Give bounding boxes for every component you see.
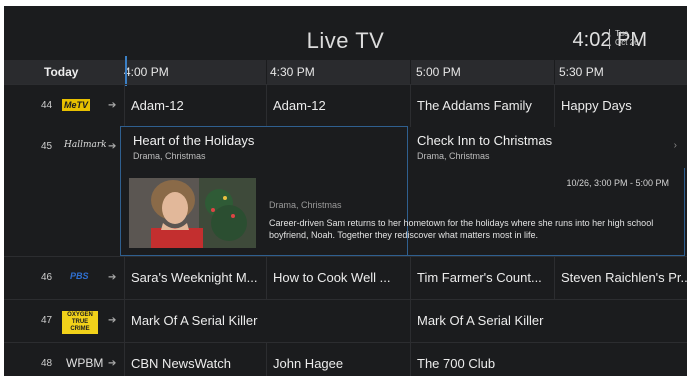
expanded-channel-row: 45 Hallmark ➔ Heart of the Holidays Dram… <box>4 126 687 258</box>
channel-info[interactable]: 48 WPBM ➔ <box>4 343 122 376</box>
top-bar: Live TV 4:02 PM Tue Oct 26 <box>4 6 687 58</box>
channel-number: 47 <box>41 315 53 326</box>
focused-program-genre: Drama, Christmas <box>133 151 206 161</box>
program-cell[interactable]: Mark Of A Serial Killer <box>410 300 687 342</box>
program-cell[interactable]: Adam-12 <box>266 85 410 127</box>
channel-row: 46 PBS ➔ Sara's Weeknight M... How to Co… <box>4 256 687 299</box>
next-program[interactable]: Check Inn to Christmas Drama, Christmas … <box>408 126 685 168</box>
program-cell[interactable]: The 700 Club <box>410 343 687 376</box>
time-header: Today 4:00 PM 4:30 PM 5:00 PM 5:30 PM <box>4 60 687 84</box>
channel-arrow-icon: ➔ <box>108 358 117 369</box>
channel-info[interactable]: 47 OXYGEN TRUE CRIME ➔ <box>4 300 122 342</box>
channel-row: 48 WPBM ➔ CBN NewsWatch John Hagee The 7… <box>4 342 687 376</box>
next-program-genre: Drama, Christmas <box>417 151 490 161</box>
thumbnail-image <box>129 178 256 248</box>
channel-info[interactable]: 44 MeTV ➔ <box>4 85 122 127</box>
program-cell[interactable]: How to Cook Well ... <box>266 257 410 299</box>
detail-genre: Drama, Christmas <box>269 200 342 210</box>
program-cell[interactable]: Happy Days <box>554 85 687 127</box>
time-slot: 5:30 PM <box>559 65 604 79</box>
program-cell[interactable]: CBN NewsWatch <box>124 343 266 376</box>
current-date: Tue Oct 26 <box>615 29 639 47</box>
oxygen-logo: OXYGEN TRUE CRIME <box>62 311 98 334</box>
channel-number: 44 <box>41 100 53 111</box>
channel-number: 45 <box>41 141 53 152</box>
channel-arrow-icon: ➔ <box>108 100 117 111</box>
channel-row: 47 OXYGEN TRUE CRIME ➔ Mark Of A Serial … <box>4 299 687 342</box>
date-day: Tue <box>615 29 629 38</box>
channel-number: 48 <box>41 358 53 369</box>
today-label: Today <box>44 65 79 79</box>
program-time-span: 10/26, 3:00 PM - 5:00 PM <box>566 178 669 188</box>
now-indicator <box>125 56 127 86</box>
channel-arrow-icon: ➔ <box>108 141 117 152</box>
time-slot: 4:30 PM <box>270 65 315 79</box>
program-cell[interactable]: John Hagee <box>266 343 410 376</box>
time-divider <box>554 60 555 84</box>
program-cell[interactable]: Mark Of A Serial Killer <box>124 300 410 342</box>
metv-logo: MeTV <box>62 99 91 111</box>
channel-arrow-icon: ➔ <box>108 272 117 283</box>
channel-number: 46 <box>41 272 53 283</box>
channel-row: 44 MeTV ➔ Adam-12 Adam-12 The Addams Fam… <box>4 84 687 127</box>
time-divider <box>266 60 267 84</box>
program-thumbnail <box>129 178 256 248</box>
time-slot: 4:00 PM <box>124 65 169 79</box>
time-slot: 5:00 PM <box>416 65 461 79</box>
program-cell[interactable]: Adam-12 <box>124 85 266 127</box>
hallmark-logo: Hallmark <box>64 140 107 150</box>
channel-info[interactable]: 45 Hallmark ➔ <box>4 126 122 168</box>
program-cell[interactable]: Sara's Weeknight M... <box>124 257 266 299</box>
focused-program-title: Heart of the Holidays <box>133 133 255 148</box>
program-cell[interactable]: Tim Farmer's Count... <box>410 257 554 299</box>
chevron-right-icon: › <box>673 140 677 151</box>
program-description: Career-driven Sam returns to her hometow… <box>269 218 654 240</box>
time-divider <box>410 60 411 84</box>
wpbm-logo: WPBM <box>66 356 104 370</box>
pbs-logo: PBS <box>70 271 89 281</box>
next-program-title: Check Inn to Christmas <box>417 133 553 148</box>
tv-guide-screen: Live TV 4:02 PM Tue Oct 26 Today 4:00 PM… <box>4 6 687 376</box>
channel-arrow-icon: ➔ <box>108 315 117 326</box>
time-separator <box>609 29 610 49</box>
date-month-day: Oct 26 <box>615 38 639 47</box>
channel-info[interactable]: 46 PBS ➔ <box>4 257 122 299</box>
program-cell[interactable]: Steven Raichlen's Pr... <box>554 257 687 299</box>
program-cell[interactable]: The Addams Family <box>410 85 554 127</box>
